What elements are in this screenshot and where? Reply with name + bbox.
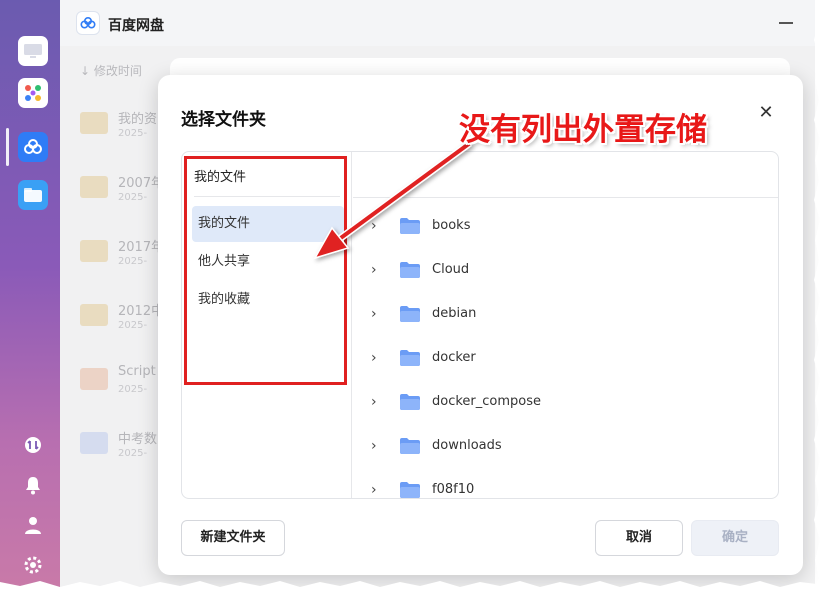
chevron-right-icon[interactable]: ›: [371, 439, 377, 453]
annotation-text: 没有列出外置存储: [459, 112, 707, 148]
list-item[interactable]: › downloads: [353, 425, 778, 469]
folder-list: › books › Cloud › debian › docker › dock…: [353, 199, 778, 498]
file-manager-dock-icon[interactable]: [18, 180, 48, 210]
list-item[interactable]: › Cloud: [353, 249, 778, 293]
sort-by-modified-time[interactable]: ↓ 修改时间: [80, 62, 142, 79]
new-folder-button[interactable]: 新建文件夹: [181, 520, 285, 556]
list-item[interactable]: › books: [353, 205, 778, 249]
folder-name: f08f10: [432, 482, 475, 497]
dialog-title: 选择文件夹: [181, 110, 266, 130]
active-indicator: [6, 128, 9, 166]
user-icon[interactable]: [18, 510, 48, 540]
folder-name: docker_compose: [432, 394, 542, 409]
cancel-button[interactable]: 取消: [595, 520, 683, 556]
list-item[interactable]: › f08f10: [353, 469, 778, 498]
file-icon: [80, 368, 108, 390]
folder-icon: [80, 112, 108, 134]
folder-icon: [80, 240, 108, 262]
annotation-highlight-box: [184, 156, 347, 385]
breadcrumb: [353, 152, 778, 198]
folder-name: Cloud: [432, 262, 470, 277]
folder-icon: [400, 350, 420, 366]
folder-icon: [400, 262, 420, 278]
folder-icon: [400, 218, 420, 234]
folder-icon: [80, 176, 108, 198]
desktop-icon[interactable]: [18, 36, 48, 66]
folder-icon: [400, 438, 420, 454]
list-item[interactable]: › docker: [353, 337, 778, 381]
minimize-button[interactable]: [779, 14, 793, 28]
torn-edge-right: [814, 0, 825, 591]
folder-name: downloads: [432, 438, 502, 453]
close-icon[interactable]: ✕: [756, 103, 776, 123]
folder-icon: [400, 394, 420, 410]
confirm-button[interactable]: 确定: [691, 520, 779, 556]
torn-edge-bottom: [0, 581, 825, 591]
folder-name: docker: [432, 350, 476, 365]
title-bar: 百度网盘: [60, 0, 815, 46]
chevron-right-icon[interactable]: ›: [371, 263, 377, 277]
folder-icon: [80, 304, 108, 326]
bell-icon[interactable]: [18, 470, 48, 500]
chevron-right-icon[interactable]: ›: [371, 219, 377, 233]
transfer-icon[interactable]: [18, 430, 48, 460]
folder-icon: [400, 482, 420, 498]
folder-name: debian: [432, 306, 477, 321]
chevron-right-icon[interactable]: ›: [371, 395, 377, 409]
chevron-right-icon[interactable]: ›: [371, 307, 377, 321]
doc-icon: [80, 432, 108, 454]
chevron-right-icon[interactable]: ›: [371, 351, 377, 365]
app-center-icon[interactable]: [18, 78, 48, 108]
gear-icon[interactable]: [18, 550, 48, 580]
list-item[interactable]: › docker_compose: [353, 381, 778, 425]
baidu-netdisk-logo-icon: [76, 11, 100, 35]
app-dock: [0, 0, 60, 591]
baidu-netdisk-dock-icon[interactable]: [18, 132, 48, 162]
app-title: 百度网盘: [108, 18, 164, 34]
sort-label: 修改时间: [93, 64, 142, 78]
folder-icon: [400, 306, 420, 322]
folder-name: books: [432, 218, 471, 233]
list-item[interactable]: › debian: [353, 293, 778, 337]
chevron-right-icon[interactable]: ›: [371, 483, 377, 497]
